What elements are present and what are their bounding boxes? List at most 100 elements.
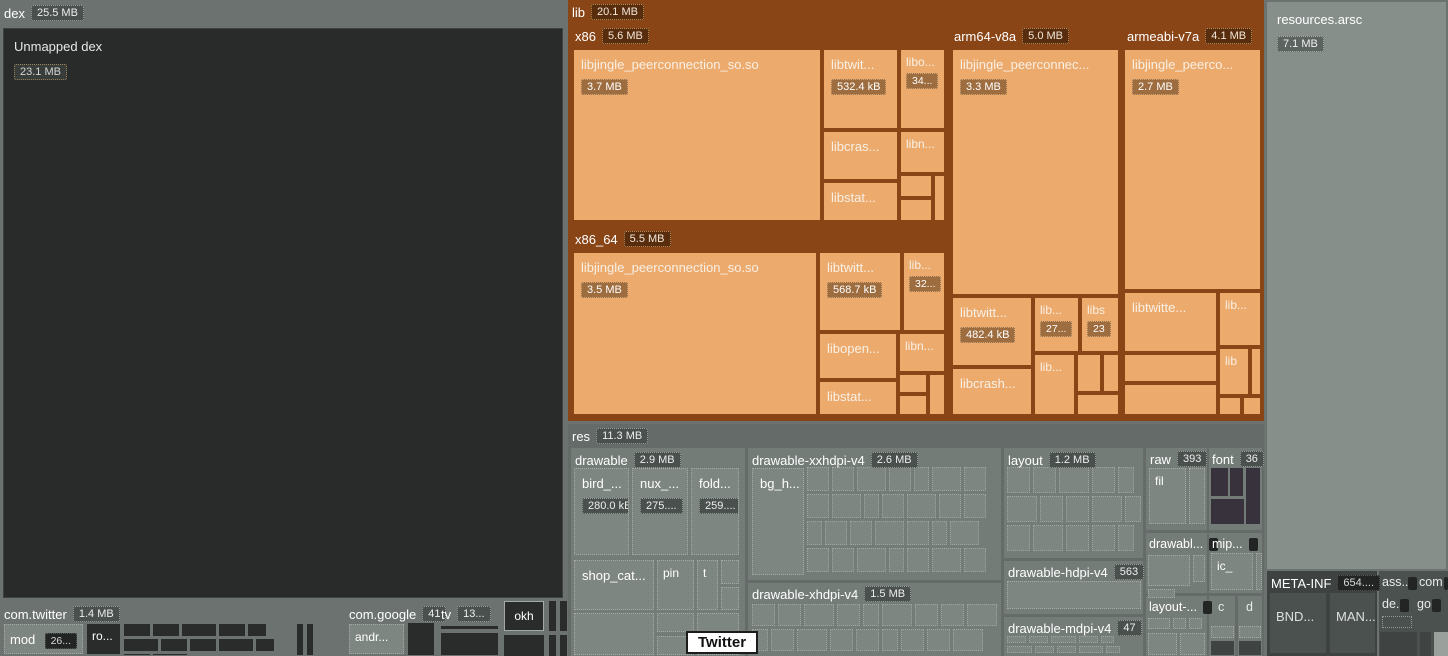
tile[interactable] (153, 654, 187, 655)
tile-libjingle-x86[interactable]: libjingle_peerconnection_so.so 3.7 MB (574, 50, 820, 220)
tile[interactable] (1035, 646, 1054, 653)
tile[interactable] (721, 560, 739, 584)
tile-bg-h[interactable]: bg_h... (752, 468, 804, 575)
tile[interactable] (549, 601, 556, 631)
tile[interactable] (932, 467, 961, 491)
tile[interactable] (857, 548, 886, 572)
tile[interactable] (219, 624, 245, 636)
tile[interactable] (1118, 525, 1134, 551)
tile[interactable] (1220, 398, 1240, 414)
tile[interactable] (967, 604, 997, 626)
tile[interactable] (875, 521, 904, 545)
tile[interactable] (882, 494, 904, 518)
tile[interactable] (504, 635, 544, 656)
tile[interactable] (1180, 633, 1205, 655)
tile[interactable] (832, 548, 854, 572)
tile[interactable] (932, 548, 961, 572)
tile[interactable] (832, 494, 861, 518)
tile[interactable] (1007, 525, 1030, 551)
tile[interactable] (807, 467, 829, 491)
tile[interactable] (1051, 636, 1076, 643)
tile[interactable] (1106, 646, 1119, 653)
tile[interactable] (1078, 355, 1100, 391)
tile[interactable] (1092, 467, 1115, 493)
tile-font[interactable] (1211, 499, 1244, 524)
tile[interactable] (1382, 616, 1412, 628)
tile[interactable] (1256, 553, 1262, 590)
tile[interactable] (124, 654, 150, 655)
tile[interactable] (1101, 636, 1114, 643)
tile[interactable] (1239, 626, 1261, 638)
tile-font[interactable] (1230, 468, 1243, 496)
tile-libo-x86[interactable]: libo... 34... (901, 50, 944, 128)
tile[interactable] (1007, 636, 1026, 643)
tile[interactable] (1380, 632, 1417, 656)
tile[interactable] (964, 467, 986, 491)
tile[interactable] (657, 613, 694, 632)
tile[interactable] (953, 629, 983, 651)
tile[interactable] (219, 639, 253, 651)
tile-unmapped-dex[interactable]: Unmapped dex 23.1 MB (3, 28, 563, 598)
tile[interactable] (441, 626, 498, 629)
tile-libjingle-arm64[interactable]: libjingle_peerconnec... 3.3 MB (953, 50, 1118, 294)
tile[interactable] (1148, 618, 1170, 629)
tile[interactable] (857, 467, 886, 491)
tile-man[interactable]: MAN... (1330, 593, 1375, 653)
tile-lib1-armeabi[interactable]: lib... (1220, 293, 1260, 345)
tile[interactable] (901, 176, 931, 196)
tile[interactable] (964, 494, 986, 518)
tile[interactable] (927, 629, 950, 651)
tile-shop-cat[interactable]: shop_cat... (574, 560, 654, 610)
tile[interactable] (248, 624, 266, 636)
tile[interactable] (1057, 646, 1076, 653)
tile[interactable] (1148, 589, 1175, 598)
tile[interactable] (1125, 355, 1216, 381)
tile-lib32-x86-64[interactable]: lib... 32... (904, 253, 944, 330)
tile[interactable] (153, 624, 179, 636)
tile[interactable] (1189, 618, 1202, 629)
tile[interactable] (930, 375, 944, 414)
tile[interactable] (1059, 467, 1089, 493)
tile-pin[interactable]: pin (657, 560, 694, 610)
tile[interactable] (1125, 385, 1216, 414)
tile-lib2-arm64[interactable]: lib... (1035, 355, 1074, 414)
tile[interactable] (830, 629, 853, 651)
tile-fil[interactable]: fil (1149, 468, 1186, 524)
tile-model[interactable]: model 26... (4, 624, 83, 654)
tile[interactable] (1125, 496, 1141, 522)
tile[interactable] (882, 604, 912, 626)
tile[interactable] (901, 629, 924, 651)
tile[interactable] (560, 601, 567, 631)
tile-t[interactable]: t (697, 560, 718, 610)
tile-nux[interactable]: nux_... 275.... (632, 468, 688, 555)
tile[interactable] (950, 521, 979, 545)
tile[interactable] (915, 604, 938, 626)
tile[interactable] (1092, 496, 1122, 522)
tile[interactable] (907, 494, 936, 518)
tile-bnd[interactable]: BND... (1270, 593, 1326, 653)
tile[interactable] (1434, 632, 1448, 656)
tile-font[interactable] (1246, 468, 1260, 524)
tile[interactable] (1029, 636, 1048, 643)
tile-resources-arsc[interactable]: resources.arsc 7.1 MB (1267, 2, 1446, 569)
tile-libn-x86-64[interactable]: libn... (900, 334, 944, 371)
tile-libstat-x86[interactable]: libstat... (824, 183, 897, 220)
tile[interactable] (914, 467, 929, 491)
tile[interactable] (850, 521, 872, 545)
tile[interactable] (1092, 525, 1115, 551)
tile-font[interactable] (1211, 468, 1228, 496)
tile[interactable] (560, 635, 567, 656)
tile[interactable] (832, 467, 854, 491)
tile[interactable] (941, 604, 964, 626)
tile[interactable] (1193, 555, 1205, 582)
tile[interactable] (1007, 646, 1032, 653)
tile-lib2-armeabi[interactable]: lib (1220, 349, 1248, 394)
tile[interactable] (307, 624, 313, 655)
tile[interactable] (856, 629, 879, 651)
tile-libstat-x86-64[interactable]: libstat... (820, 382, 896, 414)
tile[interactable] (190, 639, 216, 651)
tile[interactable] (256, 639, 274, 651)
tile[interactable] (771, 629, 794, 651)
tile[interactable] (1033, 525, 1063, 551)
tile-libjingle-x86-64[interactable]: libjingle_peerconnection_so.so 3.5 MB (574, 253, 816, 414)
